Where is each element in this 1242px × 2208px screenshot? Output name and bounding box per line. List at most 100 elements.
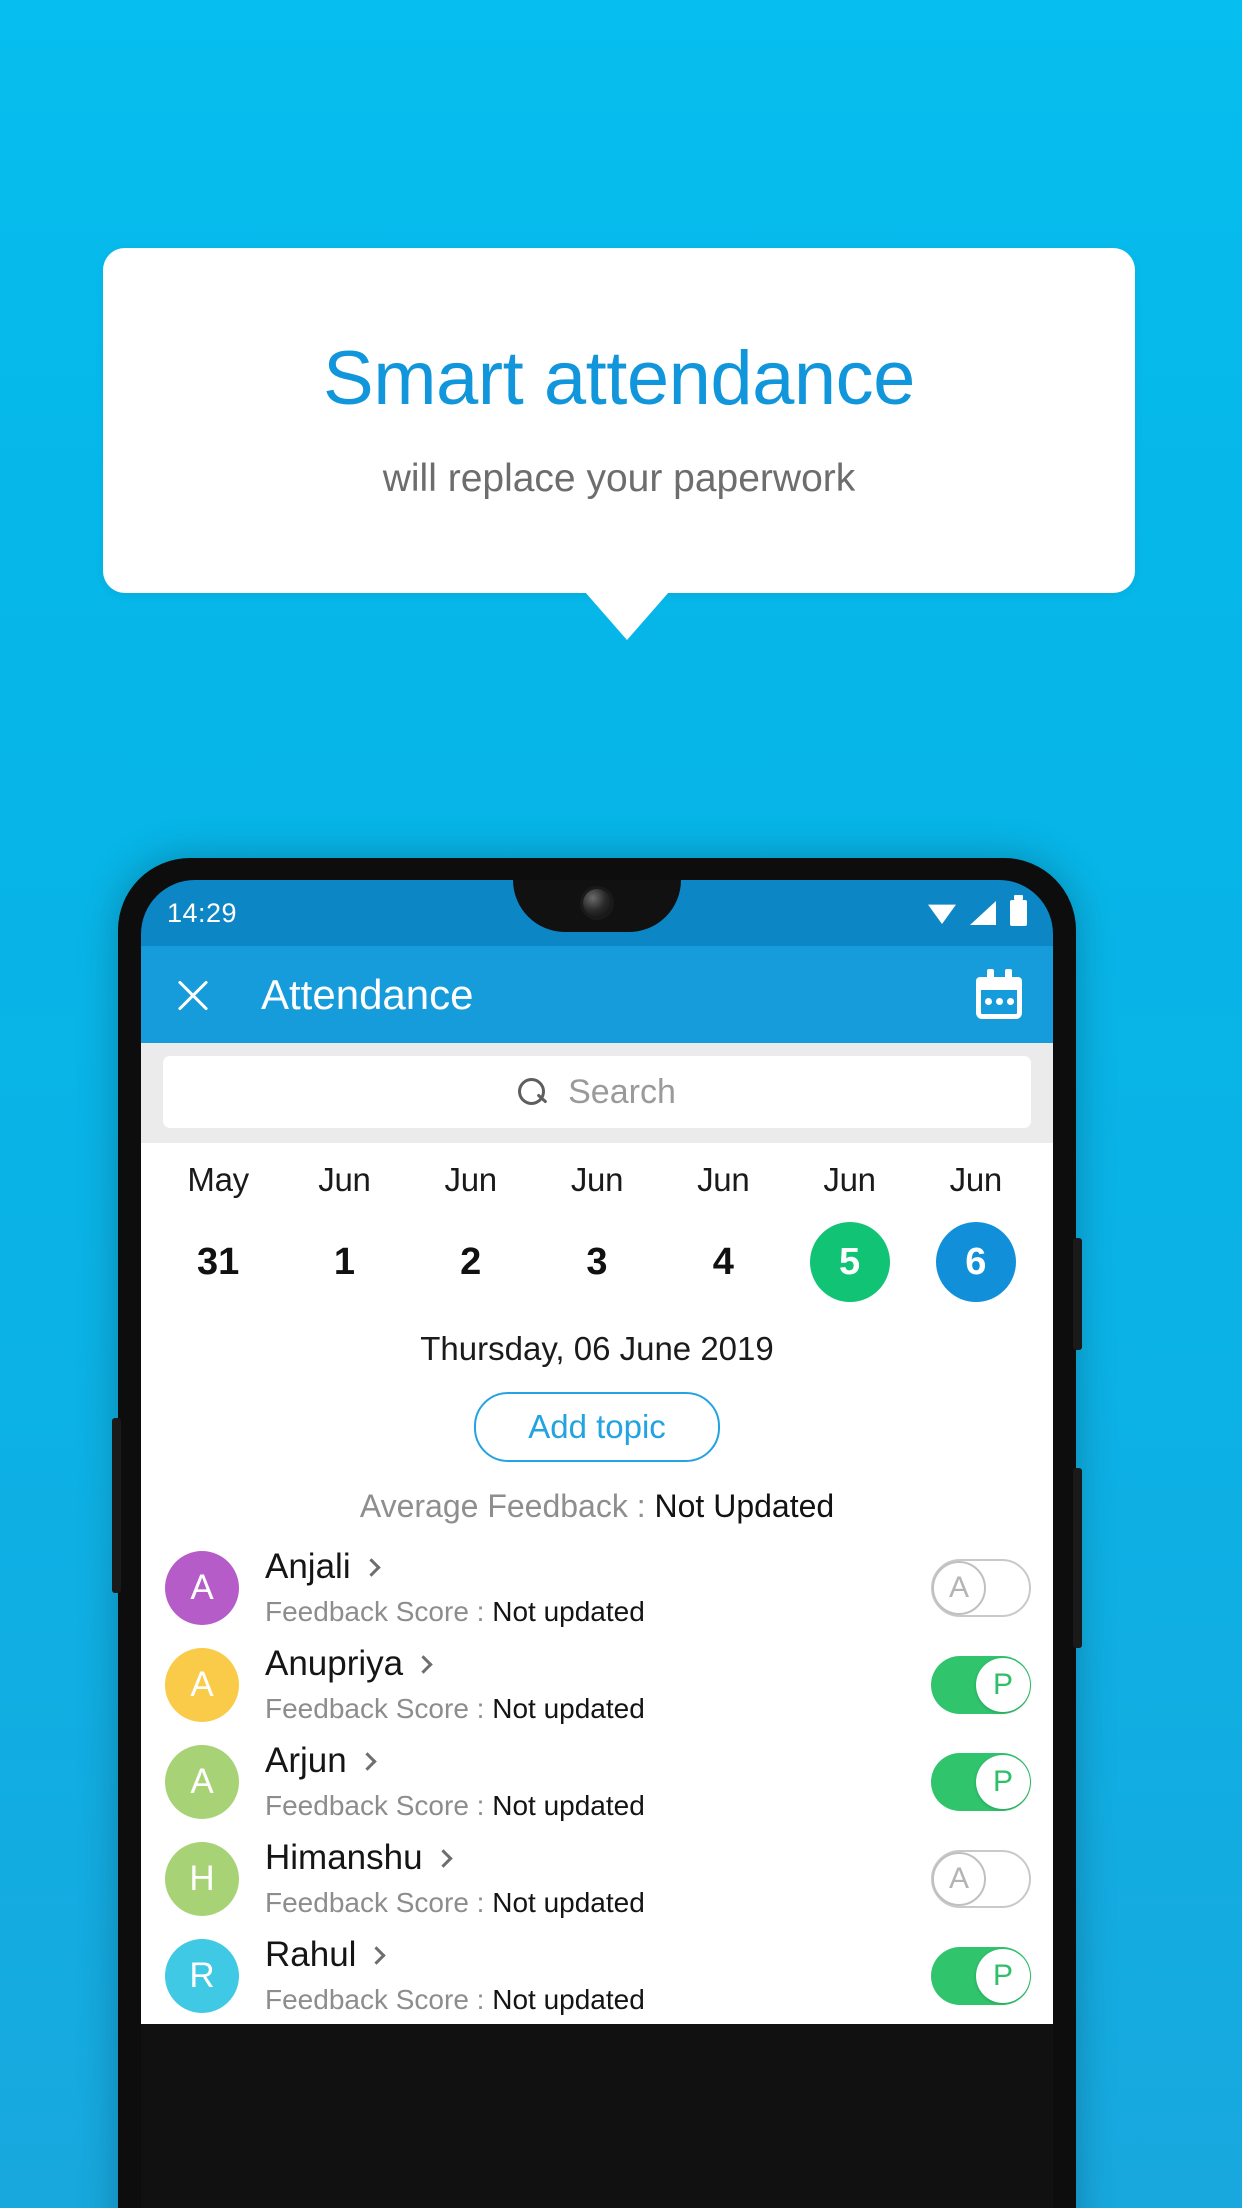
phone-volume-button <box>112 1418 121 1593</box>
page-title: Attendance <box>261 970 474 1018</box>
student-name: Himanshu <box>265 1838 423 1877</box>
student-name-row[interactable]: Himanshu <box>265 1838 931 1878</box>
date-day-number: 4 <box>712 1240 734 1283</box>
phone-screen: 14:29 Attendance Search May 31 Jun 1 Jun… <box>141 880 1053 2208</box>
search-input[interactable]: Search <box>163 1056 1031 1128</box>
date-strip: May 31 Jun 1 Jun 2 Jun 3 Jun 4 Jun 5 Jun 6 <box>141 1143 1053 1306</box>
feedback-score: Feedback Score : Not updated <box>265 1790 931 1822</box>
student-name: Rahul <box>265 1935 357 1974</box>
date-day-number: 6 <box>935 1222 1016 1302</box>
calendar-dot-2 <box>996 997 1003 1005</box>
selected-date-label: Thursday, 06 June 2019 <box>420 1330 774 1367</box>
avatar: A <box>165 1647 239 1722</box>
average-feedback-value: Not Updated <box>654 1488 835 1524</box>
chevron-right-icon[interactable] <box>433 1848 453 1868</box>
date-cell-6[interactable]: Jun 6 <box>913 1161 1039 1302</box>
attendance-toggle-knob: P <box>976 1657 1030 1712</box>
student-name-row[interactable]: Arjun <box>265 1741 931 1781</box>
student-name: Anjali <box>265 1547 351 1586</box>
avatar: A <box>165 1550 239 1625</box>
student-row[interactable]: R Rahul Feedback Score : Not updated P <box>141 1927 1053 2024</box>
date-month-label: Jun <box>949 1161 1003 1198</box>
date-day-number: 31 <box>197 1240 240 1283</box>
student-row[interactable]: A Anjali Feedback Score : Not updated A <box>141 1539 1053 1636</box>
feedback-score-label: Feedback Score : <box>265 1984 493 2015</box>
feedback-score-label: Feedback Score : <box>265 1790 493 1821</box>
student-list: A Anjali Feedback Score : Not updated A A Anu… <box>141 1539 1053 2024</box>
date-month-label: May <box>187 1161 249 1198</box>
notch <box>513 880 681 932</box>
status-icons <box>928 895 1027 926</box>
student-name-row[interactable]: Anupriya <box>265 1644 931 1684</box>
date-day-number: 1 <box>333 1240 355 1283</box>
attendance-toggle[interactable]: A <box>931 1849 1031 1908</box>
date-day-number: 2 <box>460 1240 482 1283</box>
date-day-number: 3 <box>586 1240 608 1283</box>
feedback-score-value: Not updated <box>492 1596 645 1627</box>
student-name: Anupriya <box>265 1644 404 1683</box>
status-bar: 14:29 <box>141 880 1053 946</box>
student-texts: Rahul Feedback Score : Not updated <box>265 1935 931 2016</box>
phone-mockup: 14:29 Attendance Search May 31 Jun 1 Jun… <box>112 858 1082 2208</box>
search-placeholder: Search <box>568 1072 676 1111</box>
date-cell-4[interactable]: Jun 4 <box>660 1161 786 1302</box>
student-row[interactable]: A Arjun Feedback Score : Not updated P <box>141 1733 1053 1830</box>
attendance-toggle[interactable]: P <box>931 1752 1031 1811</box>
app-promo-screenshot: Smart attendance will replace your paper… <box>0 0 1242 2208</box>
date-month-label: Jun <box>823 1161 876 1198</box>
date-cell-1[interactable]: Jun 1 <box>281 1161 407 1302</box>
battery-icon <box>1010 895 1027 926</box>
student-name-row[interactable]: Rahul <box>265 1935 931 1975</box>
date-month-label: Jun <box>318 1161 371 1198</box>
avatar: H <box>165 1841 239 1916</box>
phone-side-button <box>1073 1468 1082 1648</box>
date-day-number: 5 <box>809 1222 890 1302</box>
student-row[interactable]: A Anupriya Feedback Score : Not updated P <box>141 1636 1053 1733</box>
promo-bubble: Smart attendance will replace your paper… <box>103 248 1135 593</box>
feedback-score: Feedback Score : Not updated <box>265 1693 931 1725</box>
student-texts: Anupriya Feedback Score : Not updated <box>265 1644 931 1725</box>
attendance-content: May 31 Jun 1 Jun 2 Jun 3 Jun 4 Jun 5 Jun 6 Thursday, … <box>141 1143 1053 2024</box>
student-texts: Arjun Feedback Score : Not updated <box>265 1741 931 1822</box>
chevron-right-icon[interactable] <box>361 1557 381 1577</box>
feedback-score-label: Feedback Score : <box>265 1596 493 1627</box>
feedback-score-value: Not updated <box>492 1984 645 2015</box>
student-name-row[interactable]: Anjali <box>265 1547 931 1587</box>
chevron-right-icon[interactable] <box>414 1654 433 1674</box>
calendar-dot-3 <box>1007 997 1014 1005</box>
date-month-label: Jun <box>697 1161 750 1198</box>
avatar: A <box>165 1744 239 1819</box>
date-month-label: Jun <box>570 1161 624 1198</box>
attendance-toggle-knob: P <box>976 1948 1030 2003</box>
chevron-right-icon[interactable] <box>358 1751 377 1771</box>
date-cell-5[interactable]: Jun 5 <box>786 1161 912 1302</box>
attendance-toggle[interactable]: A <box>931 1558 1031 1617</box>
attendance-toggle[interactable]: P <box>931 1655 1031 1714</box>
add-topic-button[interactable]: Add topic <box>474 1392 720 1462</box>
date-cell-3[interactable]: Jun 3 <box>534 1161 660 1302</box>
avatar: R <box>165 1938 239 2013</box>
phone-power-button <box>1073 1238 1082 1350</box>
student-texts: Himanshu Feedback Score : Not updated <box>265 1838 931 1919</box>
attendance-toggle[interactable]: P <box>931 1946 1031 2005</box>
student-name: Arjun <box>265 1741 347 1780</box>
calendar-icon[interactable] <box>973 968 1025 1021</box>
close-icon[interactable] <box>169 971 217 1019</box>
feedback-score-label: Feedback Score : <box>265 1887 493 1918</box>
date-month-label: Jun <box>444 1161 498 1198</box>
attendance-toggle-knob: P <box>976 1754 1030 1809</box>
feedback-score-value: Not updated <box>492 1693 645 1724</box>
promo-subtitle: will replace your paperwork <box>382 456 856 500</box>
student-row[interactable]: H Himanshu Feedback Score : Not updated A <box>141 1830 1053 1927</box>
chevron-right-icon[interactable] <box>367 1945 387 1965</box>
student-texts: Anjali Feedback Score : Not updated <box>265 1547 931 1628</box>
feedback-score-value: Not updated <box>492 1887 645 1918</box>
feedback-score: Feedback Score : Not updated <box>265 1596 931 1628</box>
date-cell-31[interactable]: May 31 <box>155 1161 281 1302</box>
search-bar-container: Search <box>141 1043 1053 1143</box>
date-cell-2[interactable]: Jun 2 <box>408 1161 534 1302</box>
attendance-toggle-knob: A <box>932 1560 986 1615</box>
attendance-toggle-knob: A <box>932 1851 986 1906</box>
front-camera <box>583 889 611 917</box>
feedback-score-value: Not updated <box>492 1790 645 1821</box>
